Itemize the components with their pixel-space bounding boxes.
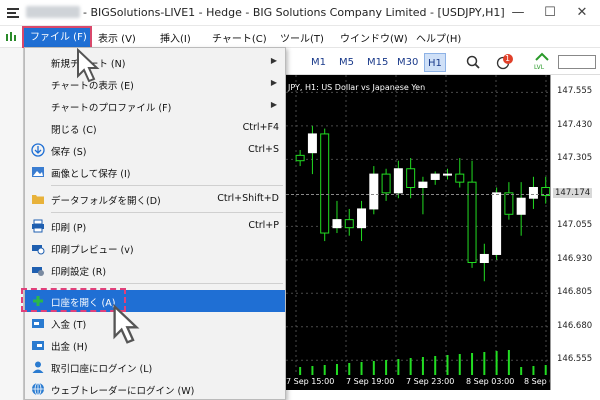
- price-chart[interactable]: JPY, H1: US Dollar vs Japanese Yen 7 Sep…: [286, 75, 550, 390]
- time-label: 7 Sep 19:00: [346, 377, 395, 386]
- price-scale: 147.555 147.430 147.305 147.174 147.055 146.9…: [550, 75, 600, 390]
- timeframe-m30[interactable]: M30: [394, 53, 421, 72]
- mouse-cursor-icon: [113, 304, 140, 344]
- toolbar-field[interactable]: [558, 55, 596, 69]
- candle-body: [516, 197, 526, 215]
- candle-body: [442, 173, 452, 176]
- candle-body: [344, 219, 354, 229]
- save-icon: [31, 143, 45, 157]
- timeframe-m5[interactable]: M5: [336, 53, 357, 72]
- file-menu: 新規チャート (N) ▶ チャートの表示 (E) ▶ チャートのプロファイル (…: [24, 47, 286, 400]
- menu-item-show-chart[interactable]: チャートの表示 (E) ▶: [25, 73, 285, 95]
- menu-separator: [51, 283, 283, 284]
- maximize-icon[interactable]: ☐: [536, 2, 564, 24]
- price-label: 147.055: [557, 220, 593, 231]
- menu-item-deposit[interactable]: 入金 (T): [25, 312, 285, 334]
- close-icon[interactable]: ✕: [568, 2, 596, 24]
- menu-item-close[interactable]: 閉じる (C) Ctrl+F4: [25, 117, 285, 139]
- menu-item-new-chart[interactable]: 新規チャート (N) ▶: [25, 51, 285, 73]
- candle-body: [369, 173, 379, 210]
- folder-icon: [32, 195, 44, 204]
- price-label: 146.555: [557, 354, 593, 365]
- menu-help[interactable]: ヘルプ(H): [416, 30, 461, 45]
- menu-chart[interactable]: チャート(C): [212, 30, 267, 45]
- chart-icon: [6, 32, 16, 41]
- minimize-icon[interactable]: —: [504, 2, 532, 24]
- menu-item-print-preview[interactable]: 印刷プレビュー (v): [25, 237, 285, 259]
- submenu-arrow-icon: ▶: [270, 78, 277, 87]
- time-label: 8 Sep 03:00: [466, 377, 515, 386]
- user-icon: [32, 361, 44, 373]
- candle-body: [381, 173, 391, 194]
- price-label: 146.805: [557, 287, 593, 298]
- menu-item-withdraw[interactable]: 出金 (H): [25, 334, 285, 356]
- price-label: 146.930: [557, 253, 593, 264]
- image-icon: [32, 167, 44, 177]
- globe-icon: [32, 382, 44, 396]
- candle-body: [320, 133, 330, 234]
- notification-count: 1: [505, 54, 511, 63]
- search-icon[interactable]: [466, 55, 480, 69]
- timeframe-h1[interactable]: H1: [424, 53, 446, 72]
- print-icon: [32, 219, 44, 233]
- time-axis: 7 Sep 15:00 7 Sep 19:00 7 Sep 23:00 8 Se…: [286, 375, 550, 389]
- menu-item-save[interactable]: 保存 (S) Ctrl+S: [25, 139, 285, 161]
- print-preview-icon: [32, 245, 45, 255]
- candle-body: [332, 219, 342, 229]
- menu-item-login-account[interactable]: 取引口座にログイン (L): [25, 356, 285, 378]
- candle-body: [307, 133, 317, 154]
- time-label: 7 Sep 15:00: [286, 377, 335, 386]
- candle-body: [357, 208, 367, 229]
- menu-item-login-webtrader[interactable]: ウェブトレーダーにログイン (W): [25, 378, 285, 400]
- timeframe-m15[interactable]: M15: [364, 53, 391, 72]
- menu-separator: [51, 212, 283, 213]
- candle-body: [406, 168, 416, 188]
- menu-separator: [51, 185, 283, 186]
- title-bar: - BIGSolutions-LIVE1 - Hedge - BIG Solut…: [0, 0, 600, 26]
- menu-file[interactable]: ファイル (F): [22, 26, 92, 49]
- withdraw-icon: [32, 341, 44, 350]
- signal-icon[interactable]: [534, 52, 550, 64]
- menu-item-save-image[interactable]: 画像として保存 (I): [25, 161, 285, 183]
- candle-body: [492, 192, 502, 255]
- price-label: 147.305: [557, 153, 593, 164]
- menu-item-print[interactable]: 印刷 (P) Ctrl+P: [25, 215, 285, 237]
- menu-item-open-data-folder[interactable]: データフォルダを開く(D) Ctrl+Shift+D: [25, 188, 285, 210]
- deposit-icon: [32, 319, 44, 328]
- window-title: - BIGSolutions-LIVE1 - Hedge - BIG Solut…: [26, 6, 505, 19]
- candle-body: [479, 253, 489, 263]
- candle-body: [418, 181, 428, 189]
- candle-body: [528, 187, 538, 199]
- price-label: 146.680: [557, 320, 593, 331]
- menu-tools[interactable]: ツール(T): [280, 30, 324, 45]
- redacted-account: [26, 6, 80, 18]
- menu-item-print-settings[interactable]: 印刷設定 (R): [25, 259, 285, 281]
- candle-body: [504, 192, 514, 215]
- candle-body: [295, 154, 305, 162]
- menu-insert[interactable]: 挿入(I): [160, 30, 191, 45]
- lvl-label: LVL: [534, 64, 545, 71]
- submenu-arrow-icon: ▶: [270, 56, 277, 65]
- price-label: 147.430: [557, 119, 593, 130]
- app-icon: [7, 8, 19, 18]
- time-label: 8 Sep 07:00: [524, 377, 550, 386]
- timeframe-m1[interactable]: M1: [308, 53, 329, 72]
- price-label: 147.555: [557, 86, 593, 97]
- menu-view[interactable]: 表示 (V): [98, 30, 136, 45]
- candle-body: [430, 173, 440, 180]
- menu-item-chart-profile[interactable]: チャートのプロファイル (F) ▶: [25, 95, 285, 117]
- menu-bar: 表示 (V) 挿入(I) チャート(C) ツール(T) ウインドウ(W) ヘルプ…: [0, 26, 600, 48]
- menu-window[interactable]: ウインドウ(W): [340, 30, 408, 45]
- time-label: 7 Sep 23:00: [406, 377, 455, 386]
- price-label: 147.174: [553, 188, 593, 199]
- timeframe-toolbar: M1 M5 M15 M30 H1 1 LVL: [286, 48, 600, 75]
- submenu-arrow-icon: ▶: [270, 100, 277, 109]
- mouse-cursor-icon: [77, 48, 100, 83]
- candlestick-svg: [286, 75, 550, 375]
- candle-body: [393, 168, 403, 194]
- left-panel: [0, 48, 24, 400]
- candle-body: [455, 173, 465, 183]
- print-settings-icon: [32, 267, 44, 276]
